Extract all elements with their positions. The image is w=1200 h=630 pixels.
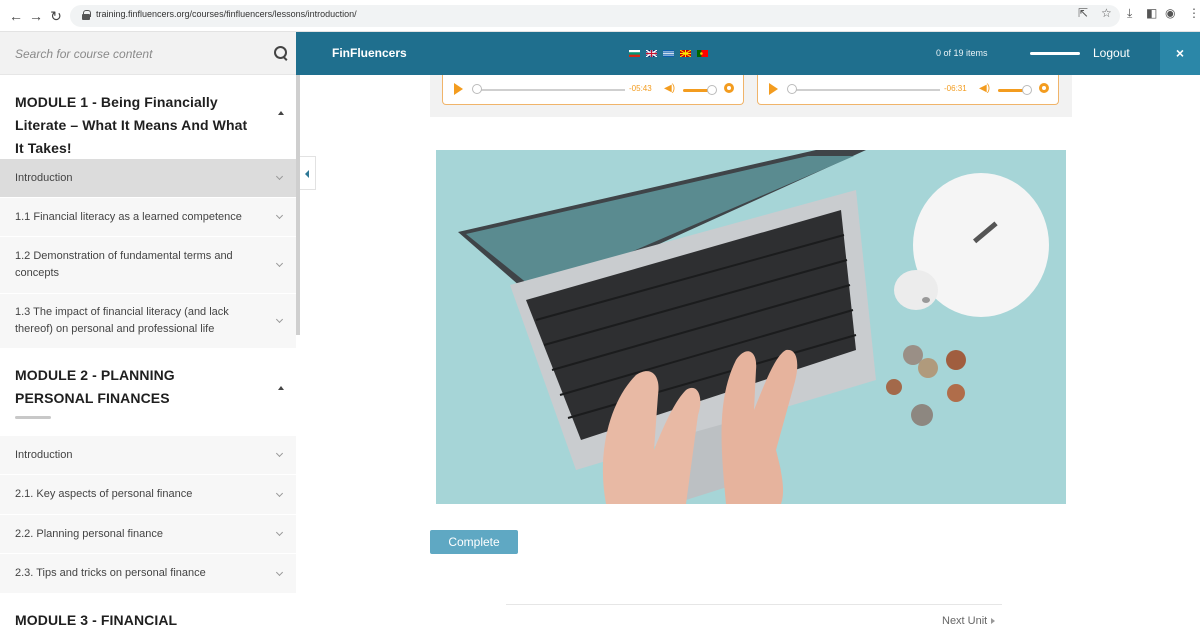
collapse-sidebar-button[interactable] xyxy=(300,156,316,190)
sidebar-search xyxy=(0,32,296,75)
next-unit-link[interactable]: Next Unit xyxy=(942,615,996,627)
audio-player: -05:43 ◀) xyxy=(442,75,744,105)
module-1-header[interactable]: MODULE 1 - Being Financially Literate – … xyxy=(0,75,296,169)
audio-panel: -05:43 ◀) -06:31 ◀) xyxy=(430,75,1072,117)
laptop-piggy-illustration xyxy=(436,150,1066,504)
module-title: MODULE 3 - FINANCIAL SERVICES: A xyxy=(15,612,177,628)
share-icon[interactable]: ⇱ xyxy=(1078,6,1088,20)
lesson-label: Introduction xyxy=(15,171,73,184)
north-macedonia-flag-icon[interactable] xyxy=(680,50,691,57)
back-arrow-icon[interactable]: ← xyxy=(6,6,26,26)
course-progress-bar xyxy=(1030,52,1080,55)
volume-handle[interactable] xyxy=(1022,85,1032,95)
next-unit-label: Next Unit xyxy=(942,615,988,627)
chevron-down-icon xyxy=(275,568,284,576)
audio-player: -06:31 ◀) xyxy=(757,75,1059,105)
lesson-item[interactable]: Introduction xyxy=(0,158,296,197)
seek-handle[interactable] xyxy=(472,84,482,94)
lesson-item[interactable]: 1.1 Financial literacy as a learned comp… xyxy=(0,197,296,236)
chevron-down-icon xyxy=(275,211,284,220)
module-title: MODULE 1 - Being Financially Literate – … xyxy=(15,94,248,156)
brand-link[interactable]: FinFluencers xyxy=(332,46,407,60)
greece-flag-icon[interactable] xyxy=(663,50,674,57)
browser-toolbar: ← → ↻ training.finfluencers.org/courses/… xyxy=(0,0,1200,32)
volume-icon[interactable]: ◀) xyxy=(979,83,990,94)
chevron-down-icon xyxy=(275,259,284,268)
module-3-header[interactable]: MODULE 3 - FINANCIAL SERVICES: A xyxy=(0,593,296,630)
portugal-flag-icon[interactable] xyxy=(697,50,708,57)
time-remaining: -06:31 xyxy=(944,84,967,93)
reload-icon[interactable]: ↻ xyxy=(46,6,66,26)
chevron-down-icon xyxy=(275,172,284,181)
course-sidebar: MODULE 1 - Being Financially Literate – … xyxy=(0,32,296,630)
lesson-item[interactable]: 1.3 The impact of financial literacy (an… xyxy=(0,293,296,348)
bulgaria-flag-icon[interactable] xyxy=(629,50,640,57)
play-icon[interactable] xyxy=(454,83,463,95)
chevron-down-icon xyxy=(275,449,284,458)
search-input[interactable] xyxy=(0,32,270,75)
close-icon: × xyxy=(1175,45,1185,61)
module-progress-bar xyxy=(15,416,51,419)
close-button[interactable]: × xyxy=(1160,32,1200,75)
kebab-menu-icon[interactable]: ⋮ xyxy=(1188,6,1200,20)
lesson-image xyxy=(436,150,1066,504)
lesson-item[interactable]: 2.3. Tips and tricks on personal finance xyxy=(0,553,296,593)
language-switcher xyxy=(629,50,708,57)
complete-button[interactable]: Complete xyxy=(430,530,518,554)
gear-icon[interactable] xyxy=(724,83,734,93)
volume-icon[interactable]: ◀) xyxy=(664,83,675,94)
progress-count: 0 of 19 items xyxy=(936,48,988,58)
lesson-label: Introduction xyxy=(15,448,73,461)
chevron-down-icon xyxy=(275,528,284,537)
footer-divider xyxy=(506,604,1002,605)
chevron-down-icon xyxy=(275,489,284,497)
uk-flag-icon[interactable] xyxy=(646,50,657,57)
seek-handle[interactable] xyxy=(787,84,797,94)
chevron-down-icon xyxy=(275,315,284,324)
search-icon[interactable] xyxy=(274,46,288,60)
module-2-header[interactable]: MODULE 2 - PLANNING PERSONAL FINANCES xyxy=(0,348,296,435)
play-icon[interactable] xyxy=(769,83,778,95)
lesson-label: 2.1. Key aspects of personal finance xyxy=(15,488,193,500)
volume-handle[interactable] xyxy=(707,85,717,95)
bookmark-star-icon[interactable]: ☆ xyxy=(1101,6,1112,20)
url-text: training.finfluencers.org/courses/finflu… xyxy=(96,9,357,19)
lesson-item[interactable]: 1.2 Demonstration of fundamental terms a… xyxy=(0,236,296,293)
caret-up-icon[interactable] xyxy=(278,385,284,390)
seek-track[interactable] xyxy=(477,89,625,91)
lesson-item[interactable]: 2.2. Planning personal finance xyxy=(0,514,296,553)
caret-up-icon[interactable] xyxy=(278,110,284,115)
lesson-label: 1.2 Demonstration of fundamental terms a… xyxy=(15,250,233,279)
lesson-label: 2.3. Tips and tricks on personal finance xyxy=(15,567,206,579)
gear-icon[interactable] xyxy=(1039,83,1049,93)
lesson-item[interactable]: 2.1. Key aspects of personal finance xyxy=(0,474,296,514)
time-remaining: -05:43 xyxy=(629,84,652,93)
module-title: MODULE 2 - PLANNING PERSONAL FINANCES xyxy=(15,367,175,406)
sidebar-scrollbar[interactable] xyxy=(296,75,300,335)
course-header: FinFluencers 0 of 19 items Logout × xyxy=(296,32,1200,75)
download-icon[interactable]: ⤓ xyxy=(1127,6,1132,21)
profile-icon[interactable]: ◉ xyxy=(1165,6,1175,20)
seek-track[interactable] xyxy=(792,89,940,91)
lesson-label: 1.3 The impact of financial literacy (an… xyxy=(15,306,229,335)
forward-arrow-icon[interactable]: → xyxy=(26,6,46,26)
lesson-label: 2.2. Planning personal finance xyxy=(15,527,163,540)
lesson-label: 1.1 Financial literacy as a learned comp… xyxy=(15,210,242,223)
arrow-right-icon xyxy=(991,618,996,625)
logout-link[interactable]: Logout xyxy=(1093,46,1130,60)
address-bar[interactable]: training.finfluencers.org/courses/finflu… xyxy=(70,5,1120,27)
lesson-item[interactable]: Introduction xyxy=(0,435,296,474)
sidepanel-icon[interactable]: ◧ xyxy=(1146,6,1157,20)
lock-icon xyxy=(82,10,91,20)
